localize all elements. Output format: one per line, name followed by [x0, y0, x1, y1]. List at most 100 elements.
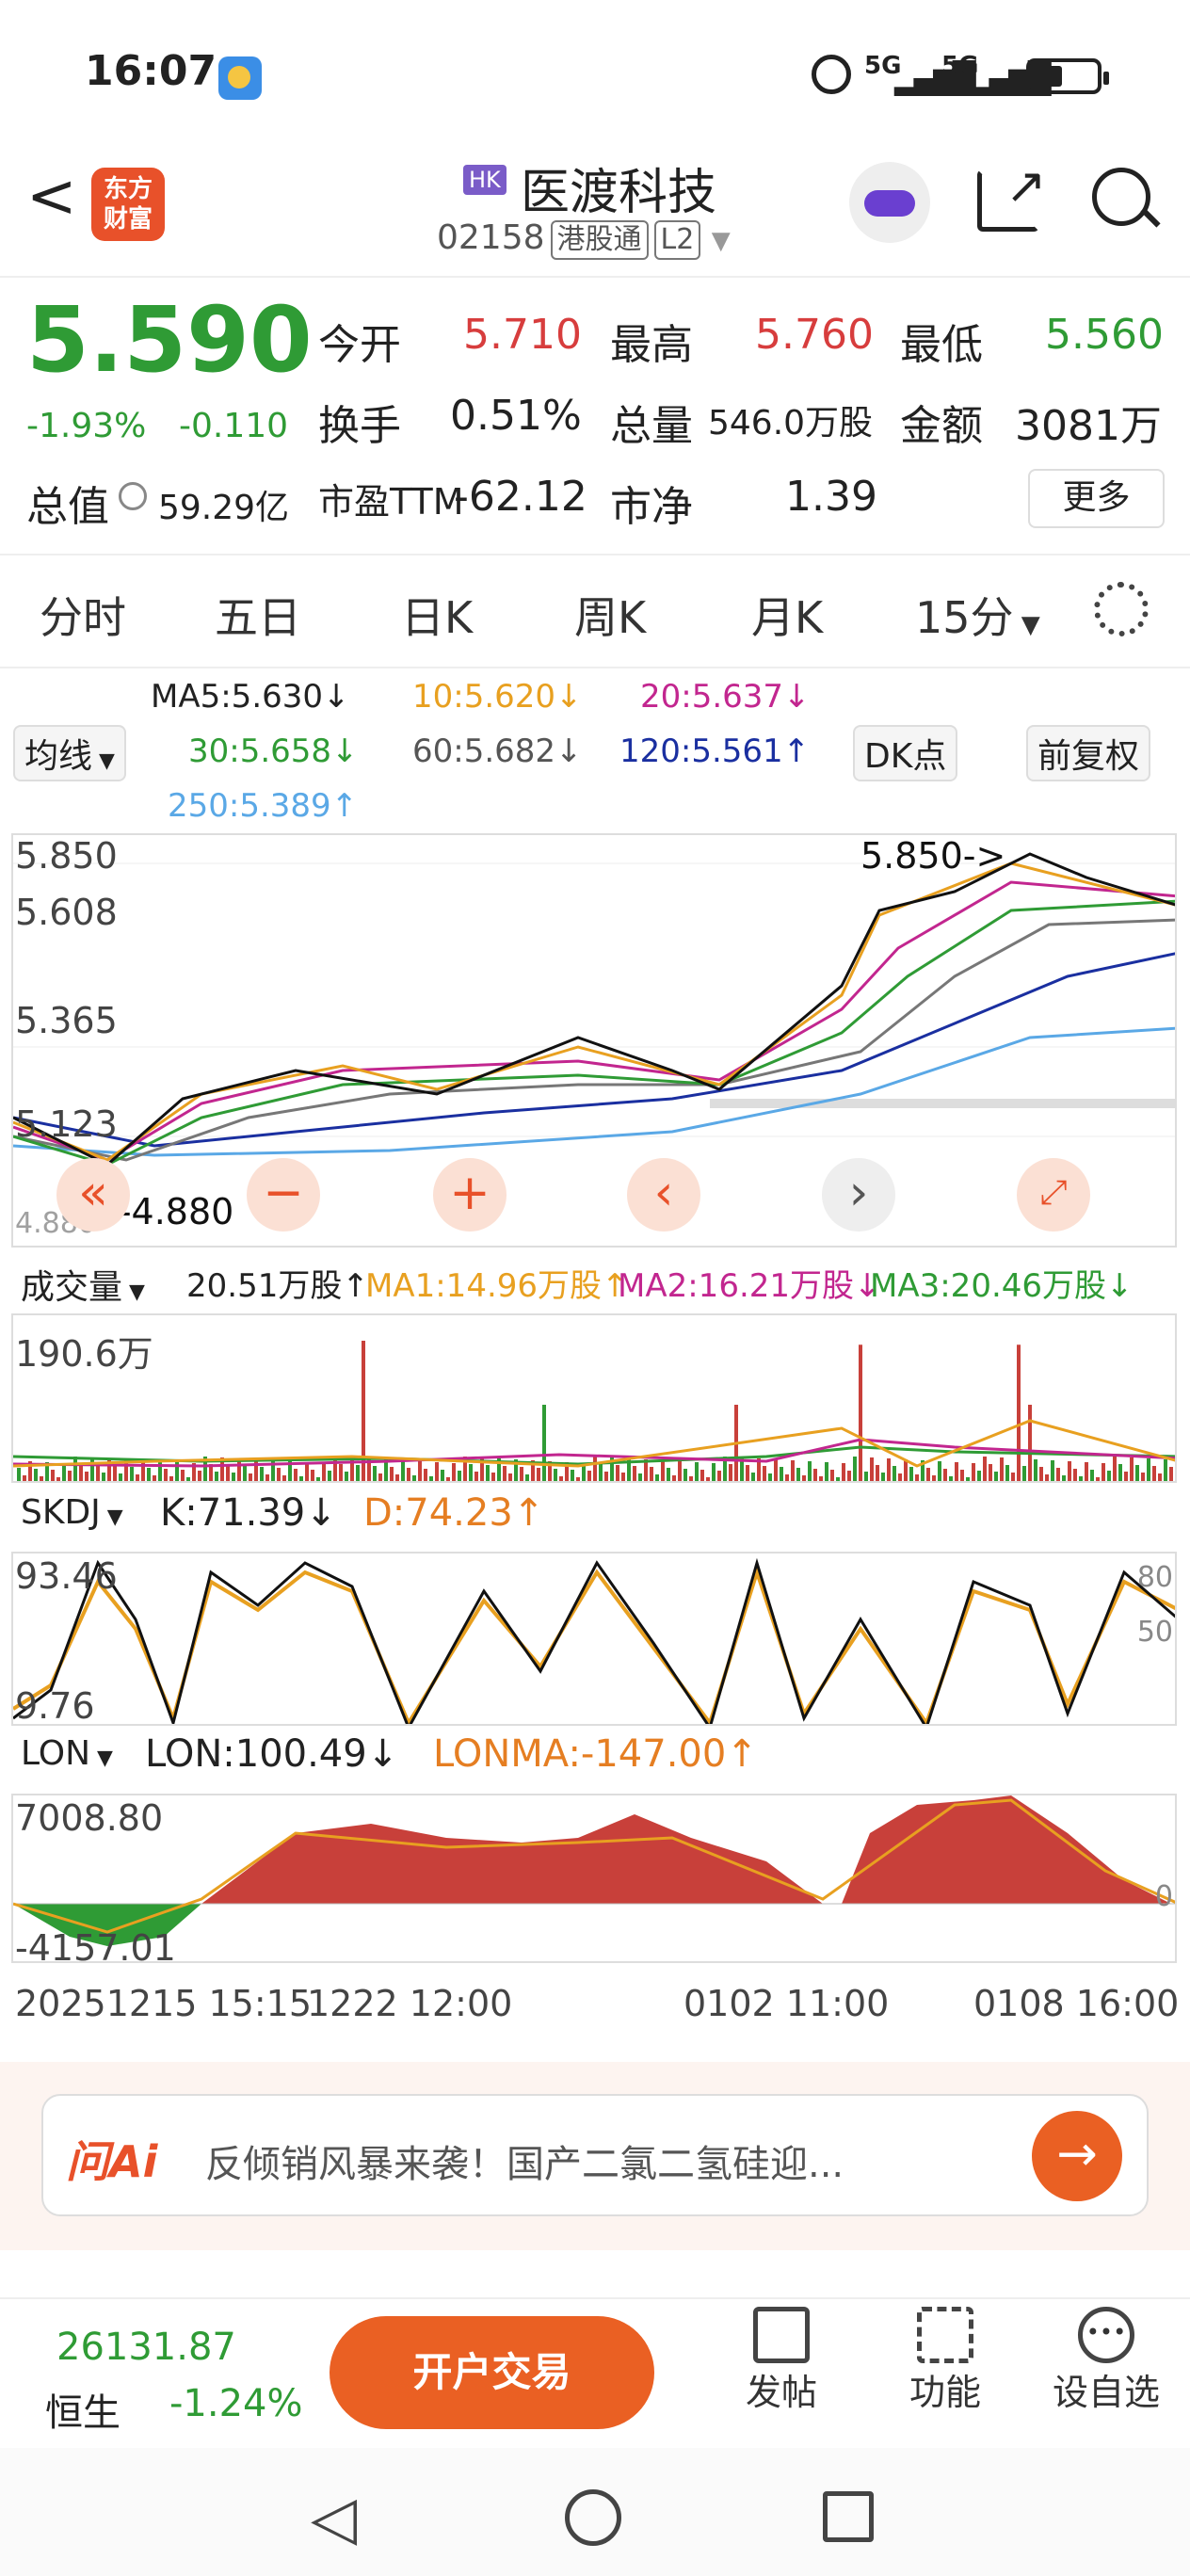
volume-bar: [198, 1471, 201, 1481]
skdj-chart[interactable]: 93.46 9.76 80 50: [11, 1552, 1177, 1726]
app-logo[interactable]: 东方 财富: [91, 168, 165, 241]
volume-bar: [1175, 1474, 1177, 1483]
volume-bar: [1000, 1457, 1004, 1481]
volume-select[interactable]: 成交量 ▼: [11, 1258, 154, 1311]
volume-bar: [1045, 1474, 1049, 1481]
volume-bar: [559, 1476, 563, 1481]
chart-prev-icon[interactable]: ‹: [627, 1158, 700, 1232]
pb-label: 市净: [610, 483, 693, 531]
volume-bar: [887, 1458, 891, 1481]
volume-bar: [373, 1466, 377, 1481]
volume-bar: [520, 1467, 523, 1481]
skdj-select[interactable]: SKDJ ▼: [11, 1491, 133, 1534]
pb-value: 1.39: [785, 473, 877, 521]
volume-bar: [215, 1472, 218, 1481]
volume-bar: [700, 1470, 704, 1481]
grid-icon: [917, 2307, 973, 2363]
tab-intraday[interactable]: 分时: [40, 584, 126, 646]
volume-bar: [853, 1457, 857, 1481]
volume-bar: [424, 1469, 427, 1481]
lon-chart[interactable]: 7008.80 -4157.01 0: [11, 1794, 1177, 1963]
volume-bar: [932, 1475, 936, 1481]
indicator-select[interactable]: 均线 ▼: [13, 725, 126, 781]
weather-icon: [218, 56, 262, 100]
tab-monthly-k[interactable]: 月K: [751, 584, 823, 646]
search-icon[interactable]: [1092, 168, 1150, 226]
volume-bar: [904, 1459, 908, 1481]
chart-next-icon[interactable]: ›: [822, 1158, 895, 1232]
stock-name: 医渡科技: [521, 165, 717, 221]
dk-point-button[interactable]: DK点: [853, 725, 958, 781]
ai-banner[interactable]: 问Ai 反倾销风暴来袭！国产二氯二氢硅迎... →: [41, 2094, 1149, 2216]
settings-gear-icon[interactable]: [1094, 582, 1149, 636]
volume-bar: [808, 1461, 812, 1481]
volume-bar: [186, 1477, 190, 1481]
skdj-ref-80: 80: [1136, 1561, 1173, 1594]
stock-code-row[interactable]: 02158 港股通 L2 ▼: [437, 218, 731, 260]
volume-bar: [926, 1468, 930, 1481]
volume-bar: [384, 1459, 388, 1481]
volume-bar: [847, 1471, 851, 1481]
chevron-down-icon: ▼: [122, 1280, 145, 1304]
more-button[interactable]: 更多: [1028, 469, 1165, 528]
chevron-down-icon: ▼: [1013, 611, 1040, 639]
volume-chart[interactable]: 190.6万: [11, 1313, 1177, 1483]
turnover-label: 换手: [318, 402, 401, 450]
volume-bar: [345, 1472, 348, 1481]
chart-fullscreen-icon[interactable]: ⤢: [1017, 1158, 1090, 1232]
volume-bar: [164, 1469, 168, 1481]
volume-bar: [56, 1477, 60, 1481]
nav-back-icon[interactable]: ◁: [311, 2484, 357, 2553]
tab-daily-k[interactable]: 日K: [401, 584, 473, 646]
volume-bar: [542, 1405, 546, 1481]
kline-chart[interactable]: 5.850 5.608 5.365 5.123 5.850-> 4.880 <-…: [11, 833, 1177, 1248]
back-icon[interactable]: <: [26, 162, 77, 232]
volume-bar: [153, 1475, 156, 1481]
tab-15min[interactable]: 15分 ▼: [915, 584, 1040, 646]
battery-icon: [1026, 58, 1109, 94]
volume-bar: [249, 1473, 252, 1481]
volume-bar: [1017, 1344, 1021, 1481]
volume-bar: [226, 1465, 230, 1481]
skdj-y-min: 9.76: [15, 1685, 95, 1726]
pe-label: 市盈TTM: [318, 481, 464, 523]
volume-bar: [1068, 1461, 1071, 1481]
chart-left-icon[interactable]: «: [56, 1158, 130, 1232]
info-icon[interactable]: [119, 482, 147, 510]
volume-bar: [96, 1465, 100, 1481]
lon-zero: 0: [1154, 1880, 1173, 1913]
volume-bar: [243, 1466, 247, 1481]
nav-home-icon[interactable]: [565, 2489, 621, 2546]
nav-recents-icon[interactable]: [823, 2491, 874, 2542]
kline-y-4: 5.123: [15, 1103, 118, 1145]
chart-zoom-in-icon[interactable]: +: [433, 1158, 507, 1232]
volume-bar: [813, 1469, 817, 1481]
volume-bar: [870, 1457, 874, 1481]
volume-bar: [1135, 1465, 1139, 1481]
function-button[interactable]: 功能: [889, 2307, 1002, 2415]
volume-bar: [119, 1473, 122, 1481]
volume-bar: [401, 1460, 405, 1481]
volume-bar: [418, 1461, 422, 1481]
ma20-value: 20:5.637↓: [640, 678, 811, 716]
volume-bar: [299, 1476, 303, 1481]
post-button[interactable]: 发帖: [725, 2307, 838, 2415]
add-watchlist-button[interactable]: ••• 设自选: [1050, 2307, 1163, 2415]
volume-bar: [294, 1469, 298, 1481]
adjust-select-button[interactable]: 前复权: [1026, 725, 1151, 781]
volume-bar: [1169, 1467, 1173, 1481]
volume-bar: [141, 1460, 145, 1481]
lon-select[interactable]: LON ▼: [11, 1732, 122, 1775]
tab-five-day[interactable]: 五日: [215, 584, 301, 646]
volume-bar: [672, 1475, 676, 1481]
tab-weekly-k[interactable]: 周K: [574, 584, 646, 646]
volume-bar: [260, 1467, 264, 1481]
ai-robot-icon[interactable]: [849, 162, 930, 243]
volume-bar: [881, 1473, 885, 1481]
skdj-ref-50: 50: [1136, 1616, 1173, 1649]
volume-bar: [554, 1469, 557, 1481]
open-account-button[interactable]: 开户交易: [330, 2316, 654, 2429]
chart-zoom-out-icon[interactable]: −: [247, 1158, 320, 1232]
volume-bar: [1039, 1467, 1043, 1481]
arrow-right-icon[interactable]: →: [1032, 2111, 1122, 2201]
